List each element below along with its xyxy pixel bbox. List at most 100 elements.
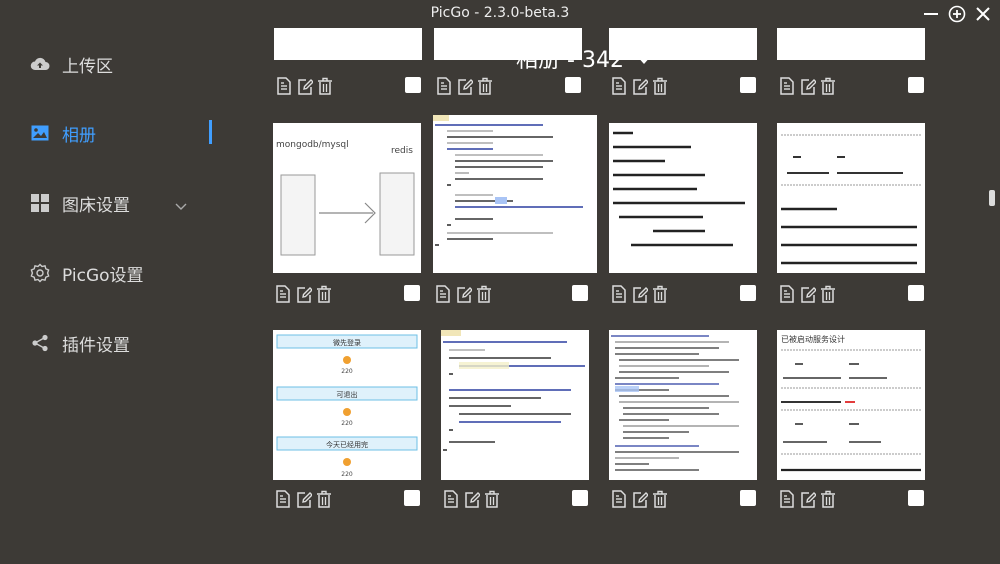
edit-icon[interactable] [464, 490, 481, 508]
picture-icon [30, 123, 50, 143]
file-icon[interactable] [435, 285, 451, 303]
maximize-icon[interactable] [946, 3, 968, 25]
sidebar: 上传区 相册 图床设置 PicGo设置 插件设置 i [0, 28, 214, 564]
file-icon[interactable] [275, 490, 291, 508]
share-icon [30, 333, 50, 353]
select-checkbox[interactable] [572, 490, 588, 506]
file-icon[interactable] [276, 77, 292, 95]
card-actions [779, 285, 927, 303]
edit-icon[interactable] [296, 285, 313, 303]
select-checkbox[interactable] [404, 490, 420, 506]
delete-icon[interactable] [316, 285, 332, 303]
mock-button-label: 可退出 [337, 390, 358, 399]
delete-icon[interactable] [477, 77, 493, 95]
mock-count: 220 [341, 420, 353, 427]
select-checkbox[interactable] [908, 285, 924, 301]
sidebar-item-upload[interactable]: 上传区 [30, 49, 214, 79]
delete-icon[interactable] [652, 77, 668, 95]
edit-icon[interactable] [800, 490, 817, 508]
select-checkbox[interactable] [908, 77, 924, 93]
ui-mock-image: 微先登录 220 可退出 220 今天已经用完 220 [276, 334, 418, 478]
image-thumbnail[interactable] [777, 123, 925, 273]
file-icon[interactable] [275, 285, 291, 303]
file-icon[interactable] [611, 77, 627, 95]
card-actions [443, 490, 591, 508]
file-icon[interactable] [443, 490, 459, 508]
mock-count: 220 [341, 368, 353, 375]
card-actions [435, 285, 583, 303]
edit-icon[interactable] [632, 490, 649, 508]
delete-icon[interactable] [820, 490, 836, 508]
sidebar-item-label: PicGo设置 [62, 265, 144, 286]
active-indicator [209, 120, 212, 144]
image-thumbnail[interactable] [609, 28, 757, 60]
window-title: PicGo - 2.3.0-beta.3 [430, 5, 570, 21]
select-checkbox[interactable] [572, 285, 588, 301]
delete-icon[interactable] [820, 285, 836, 303]
edit-icon[interactable] [296, 490, 313, 508]
delete-icon[interactable] [652, 285, 668, 303]
image-thumbnail[interactable] [434, 28, 582, 60]
delete-icon[interactable] [484, 490, 500, 508]
image-thumbnail[interactable] [433, 115, 597, 273]
card-actions [779, 77, 927, 95]
scrollbar[interactable] [989, 190, 995, 206]
delete-icon[interactable] [820, 77, 836, 95]
delete-icon[interactable] [317, 77, 333, 95]
close-icon[interactable] [972, 3, 994, 25]
sidebar-item-gallery[interactable]: 相册 [30, 118, 214, 148]
edit-icon[interactable] [800, 77, 817, 95]
select-checkbox[interactable] [740, 77, 756, 93]
gallery-panel: 相册 - 342 mongodb/mysql redis 微先登录 220 可退… [214, 28, 1000, 564]
select-checkbox[interactable] [405, 77, 421, 93]
code-image [441, 330, 585, 451]
delete-icon[interactable] [476, 285, 492, 303]
card-actions [275, 285, 423, 303]
card-actions [436, 77, 584, 95]
sidebar-item-label: 图床设置 [62, 195, 130, 216]
image-thumbnail[interactable]: 已被启动服务设计 [777, 330, 925, 480]
window-controls [920, 3, 994, 25]
image-thumbnail[interactable] [441, 330, 589, 480]
edit-icon[interactable] [800, 285, 817, 303]
card-actions [779, 490, 927, 508]
text-document-image: 已被启动服务设计 [781, 334, 921, 472]
select-checkbox[interactable] [740, 285, 756, 301]
edit-icon[interactable] [457, 77, 474, 95]
select-checkbox[interactable] [404, 285, 420, 301]
select-checkbox[interactable] [908, 490, 924, 506]
image-thumbnail[interactable]: 微先登录 220 可退出 220 今天已经用完 220 [273, 330, 421, 480]
edit-icon[interactable] [632, 285, 649, 303]
file-icon[interactable] [611, 285, 627, 303]
sidebar-item-label: 相册 [62, 125, 96, 146]
file-icon[interactable] [611, 490, 627, 508]
file-icon[interactable] [779, 77, 795, 95]
text-document-image [613, 131, 745, 247]
diagram-label: redis [391, 146, 413, 156]
sidebar-item-picgo-settings[interactable]: PicGo设置 [30, 258, 214, 288]
file-icon[interactable] [779, 490, 795, 508]
image-thumbnail[interactable]: mongodb/mysql redis [273, 123, 421, 273]
card-actions [276, 77, 424, 95]
file-icon[interactable] [436, 77, 452, 95]
image-thumbnail[interactable] [777, 28, 925, 60]
image-thumbnail[interactable] [609, 330, 757, 480]
select-checkbox[interactable] [740, 490, 756, 506]
edit-icon[interactable] [456, 285, 473, 303]
card-actions [611, 285, 759, 303]
edit-icon[interactable] [297, 77, 314, 95]
image-thumbnail[interactable] [609, 123, 757, 273]
sidebar-item-label: 插件设置 [62, 335, 130, 356]
delete-icon[interactable] [652, 490, 668, 508]
doc-heading: 已被启动服务设计 [781, 334, 845, 344]
edit-icon[interactable] [632, 77, 649, 95]
image-thumbnail[interactable] [274, 28, 422, 60]
minimize-icon[interactable] [920, 3, 942, 25]
sidebar-item-plugin-settings[interactable]: 插件设置 [30, 328, 214, 358]
cloud-upload-icon [30, 54, 50, 74]
delete-icon[interactable] [316, 490, 332, 508]
file-icon[interactable] [779, 285, 795, 303]
sidebar-item-picbed-settings[interactable]: 图床设置 [30, 188, 214, 218]
select-checkbox[interactable] [565, 77, 581, 93]
mock-count: 220 [341, 471, 353, 478]
